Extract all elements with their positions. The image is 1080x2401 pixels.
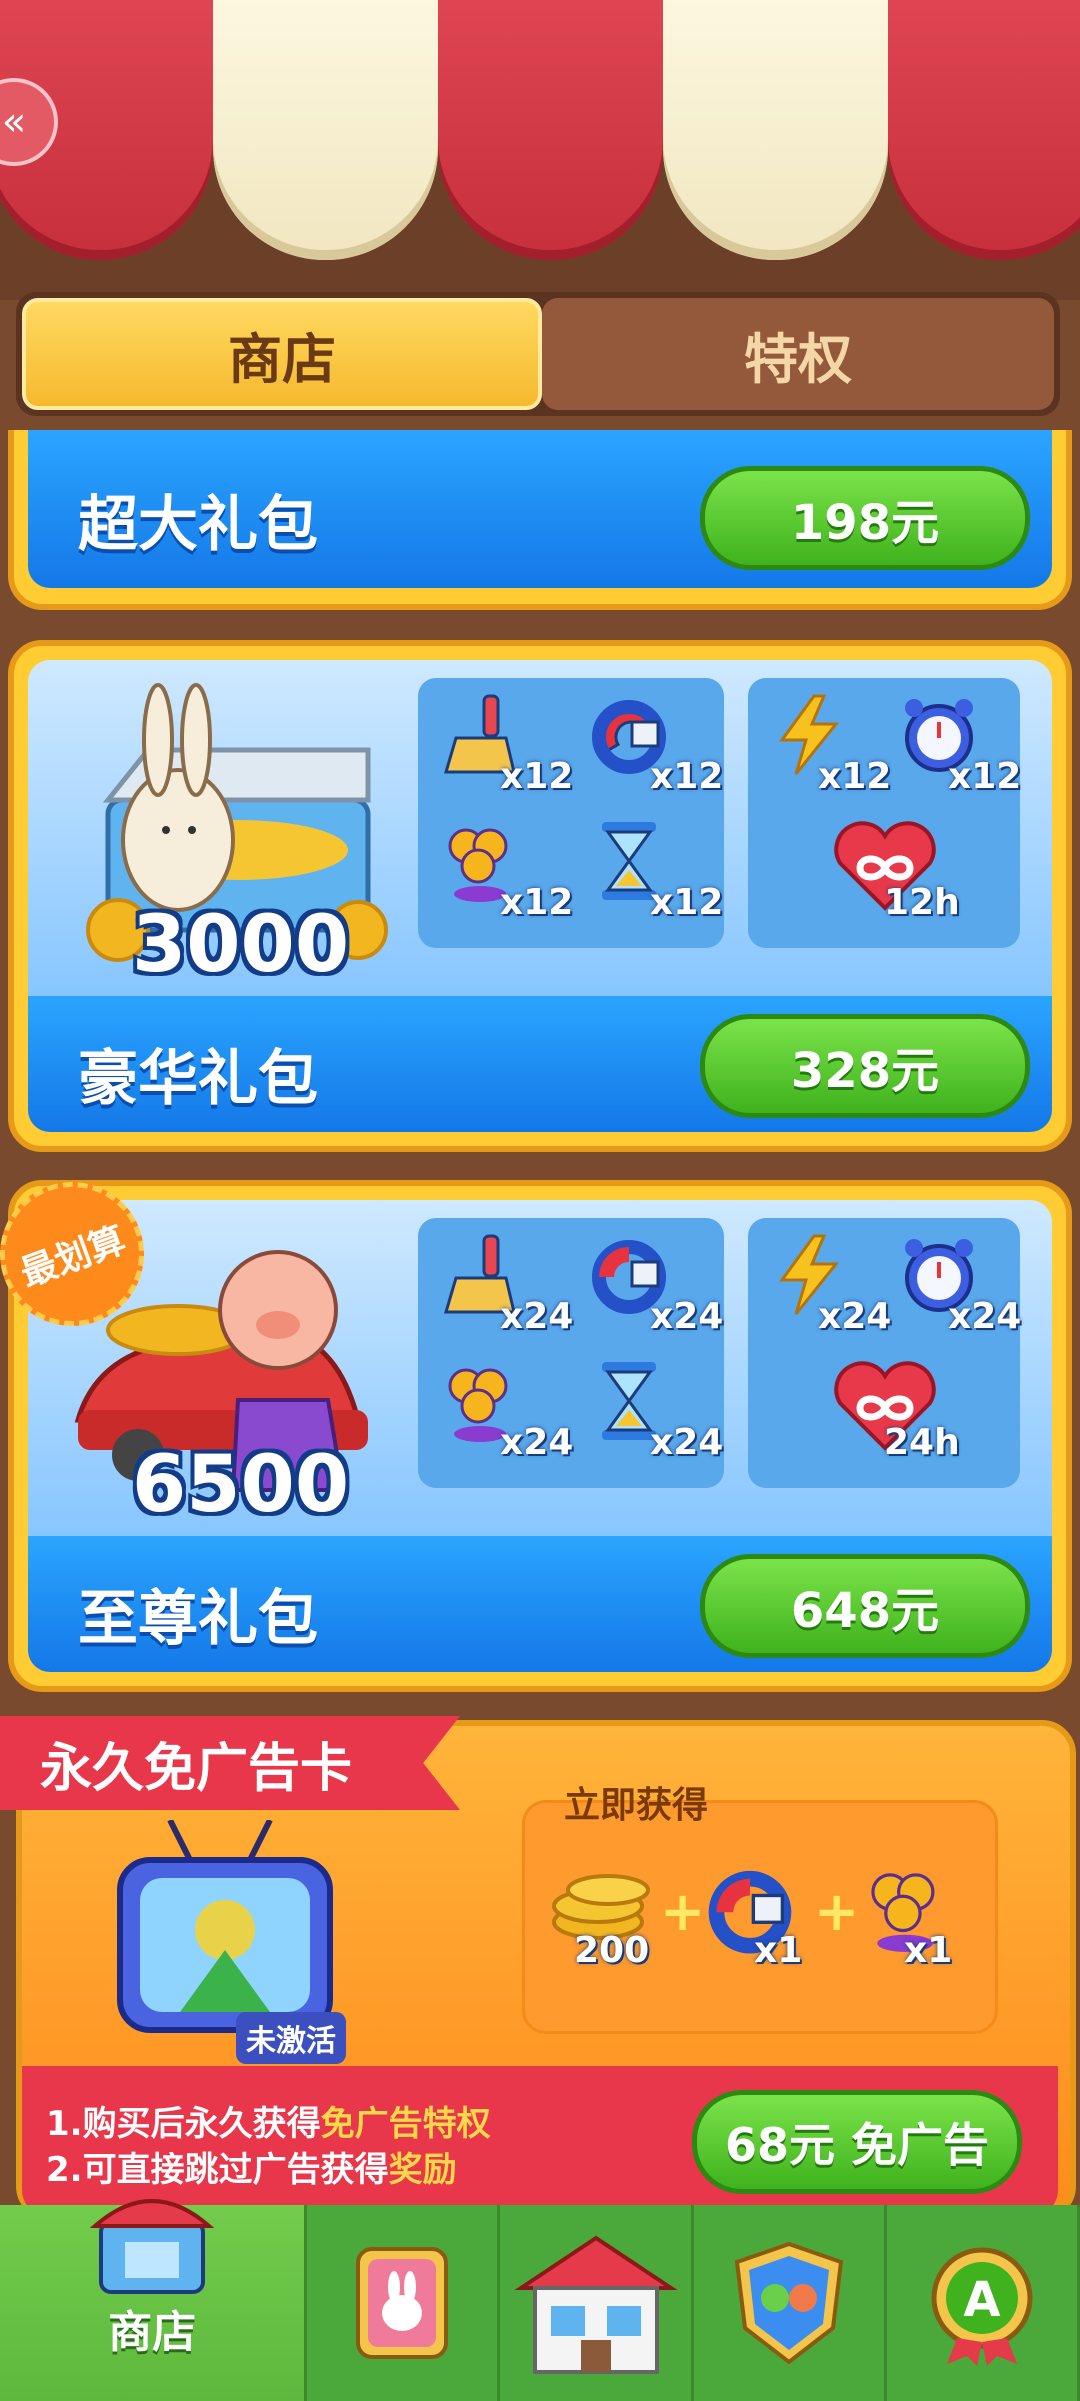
rabbit-card-icon <box>356 2247 449 2359</box>
reward-qty: 200 <box>574 1930 650 1971</box>
house-icon <box>513 2235 678 2374</box>
nav-cards[interactable] <box>307 2205 501 2401</box>
nav-achievement[interactable]: A <box>887 2205 1080 2401</box>
items-box: x24 x24 24h <box>748 1218 1022 1488</box>
pack-title: 至尊礼包 <box>78 1584 318 1654</box>
pack-title: 超大礼包 <box>78 490 318 560</box>
bottom-nav: 商店 A <box>0 2199 1080 2401</box>
item-qty: x24 <box>818 1296 892 1337</box>
item-qty: x24 <box>500 1296 574 1337</box>
plus-icon: + <box>660 1880 706 1943</box>
nav-shop[interactable]: 商店 <box>0 2199 308 2401</box>
item-qty: x12 <box>650 882 724 923</box>
buy-button-648[interactable]: 648元 <box>700 1554 1030 1658</box>
pack-card-198: 超大礼包 198元 <box>8 430 1072 610</box>
plus-icon: + <box>814 1880 860 1943</box>
item-qty: x24 <box>500 1422 574 1463</box>
ad-free-buy-button[interactable]: 68元 免广告 <box>692 2090 1022 2194</box>
items-box: x12 x12 x12 x12 <box>418 678 724 948</box>
reward-qty: x1 <box>754 1930 803 1971</box>
team-shield-icon <box>734 2241 843 2365</box>
a-badge-icon: A <box>931 2247 1033 2366</box>
pack-contents: 3000 x12 x12 x12 x12 x12 x12 12h <box>28 660 1052 996</box>
pack-bar: 超大礼包 198元 <box>28 430 1052 588</box>
awning-stripe <box>888 0 1080 260</box>
coin-amount: 3000 <box>132 900 350 990</box>
nav-label: 商店 <box>108 2307 197 2358</box>
pack-card-328: 3000 x12 x12 x12 x12 x12 x12 12h 豪华礼包 32… <box>8 640 1072 1152</box>
pack-title: 豪华礼包 <box>78 1044 318 1114</box>
pack-bar: 豪华礼包 328元 <box>28 996 1052 1132</box>
svg-text:A: A <box>963 2272 1000 2328</box>
coin-amount: 6500 <box>132 1440 350 1530</box>
item-qty: x12 <box>500 882 574 923</box>
awning-stripe <box>438 0 663 260</box>
desc-line-1: 1.购买后永久获得免广告特权 <box>46 2104 491 2144</box>
back-arrow-icon: « <box>1 99 27 145</box>
tab-privilege[interactable]: 特权 <box>542 298 1054 410</box>
pack-bar: 至尊礼包 648元 <box>28 1536 1052 1672</box>
pack-card-648: 6500 x24 x24 x24 x24 x24 x24 24h 至尊礼包 64… <box>8 1180 1072 1692</box>
badge-label: 最划算 <box>15 1219 131 1296</box>
ad-free-title: 永久免广告卡 <box>0 1716 460 1810</box>
item-qty: x24 <box>650 1422 724 1463</box>
desc-line-2: 2.可直接跳过广告获得奖励 <box>46 2150 457 2190</box>
awning-stripe <box>663 0 888 260</box>
pack-contents: 6500 x24 x24 x24 x24 x24 x24 24h <box>28 1200 1052 1536</box>
shop-icon <box>89 2199 215 2294</box>
item-qty: x24 <box>948 1296 1022 1337</box>
tab-bar: 商店 特权 <box>16 292 1060 416</box>
instant-label: 立即获得 <box>564 1785 709 1826</box>
buy-button-198[interactable]: 198元 <box>700 466 1030 570</box>
shop-awning <box>0 0 1080 300</box>
item-qty: 12h <box>884 882 960 923</box>
buy-button-328[interactable]: 328元 <box>700 1014 1030 1118</box>
items-box: x12 x12 12h <box>748 678 1022 948</box>
nav-home[interactable] <box>500 2205 694 2401</box>
item-qty: x12 <box>650 756 724 797</box>
item-qty: 24h <box>884 1422 960 1463</box>
awning-stripe <box>213 0 438 260</box>
item-qty: x12 <box>948 756 1022 797</box>
tab-shop[interactable]: 商店 <box>22 298 542 410</box>
nav-team[interactable] <box>694 2205 887 2401</box>
item-qty: x24 <box>650 1296 724 1337</box>
reward-qty: x1 <box>904 1930 953 1971</box>
status-label: 未激活 <box>236 2012 346 2064</box>
item-qty: x12 <box>500 756 574 797</box>
items-box: x24 x24 x24 x24 <box>418 1218 724 1488</box>
item-qty: x12 <box>818 756 892 797</box>
